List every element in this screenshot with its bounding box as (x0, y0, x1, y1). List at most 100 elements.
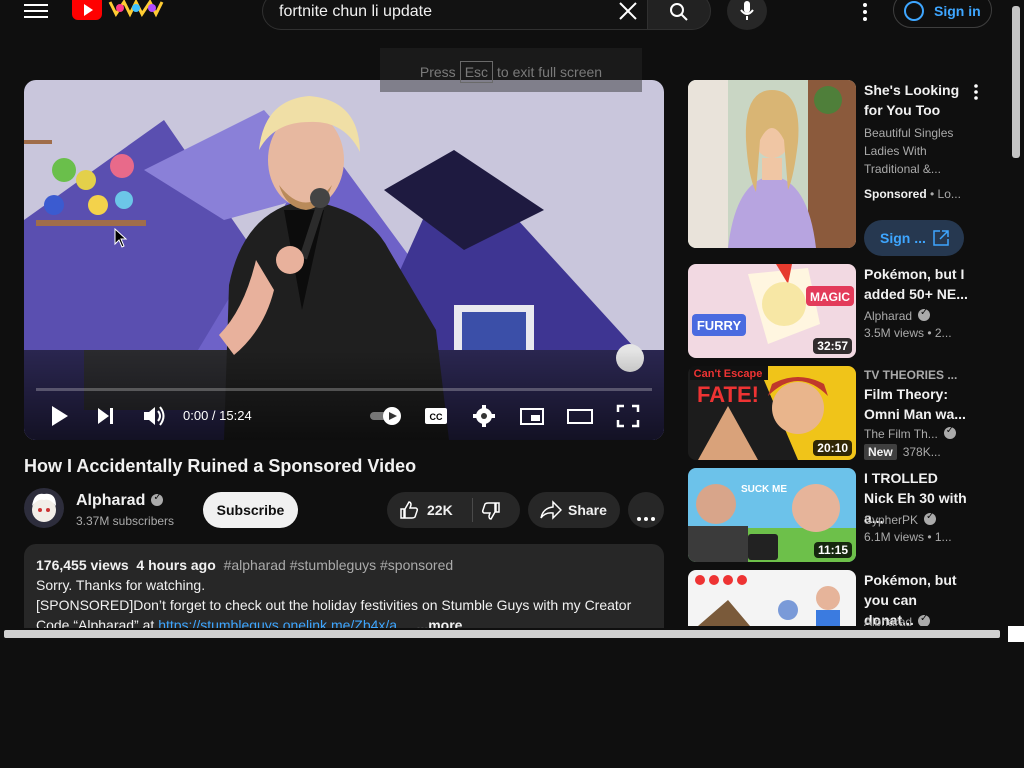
duration-badge: 32:57 (813, 338, 852, 354)
description-line: [SPONSORED]Don’t forget to check out the… (36, 597, 632, 613)
hashtags[interactable]: #alpharad #stumbleguys #sponsored (224, 557, 454, 573)
verified-icon (943, 425, 956, 439)
youtube-logo[interactable] (72, 0, 102, 20)
sponsor-link[interactable]: https://stumbleguys.onelink.me/Zb4x/a (158, 617, 397, 628)
rec-channel[interactable]: The Film Th... (864, 425, 956, 441)
thumb-text: SUCK ME (741, 484, 787, 495)
ad-cta-label: Sign ... (880, 230, 926, 246)
video-thumbnail[interactable]: FURRY MAGIC 32:57 (688, 264, 856, 358)
close-icon[interactable] (618, 1, 638, 21)
video-thumbnail[interactable]: SUCK ME 11:15 (688, 468, 856, 562)
sponsored-text: Sponsored (864, 187, 927, 201)
ad-title[interactable]: She's Looking for You Too (864, 80, 968, 120)
vertical-scrollbar[interactable] (1012, 6, 1020, 158)
more-vert-icon[interactable] (857, 2, 873, 22)
duration-badge: 11:15 (813, 542, 852, 558)
rec-title-text[interactable]: Film Theory: Omni Man wa... (864, 386, 966, 422)
ad-more-vert-icon[interactable] (972, 84, 980, 100)
scrollbar-corner (1008, 626, 1024, 642)
description-line: Sorry. Thanks for watching. (36, 577, 206, 593)
verified-icon (918, 613, 931, 626)
share-label: Share (568, 502, 607, 518)
thumbs-down-icon[interactable] (481, 501, 501, 526)
search-icon (669, 2, 689, 27)
signin-button[interactable]: Sign in (893, 0, 992, 28)
ad-cta-button[interactable]: Sign ... (864, 220, 964, 256)
youtube-doodle[interactable] (106, 0, 164, 20)
thumb-text: Can't Escape (694, 368, 763, 380)
list-item[interactable]: SUCK ME 11:15 I TROLLED Nick Eh 30 with … (688, 468, 978, 564)
volume-icon[interactable] (142, 402, 166, 430)
channel-name[interactable]: Alpharad (76, 492, 164, 510)
rec-channel[interactable]: SypherPK (864, 511, 937, 527)
more-actions-button[interactable] (628, 492, 664, 528)
duration-badge: 20:10 (813, 440, 852, 456)
description-line: Code “Alpharad” at https://stumbleguys.o… (36, 617, 462, 628)
list-item[interactable]: FURRY MAGIC 32:57 Pokémon, but I added 5… (688, 264, 978, 360)
skip-next-icon[interactable] (96, 402, 116, 430)
thumbs-up-icon[interactable] (399, 500, 419, 525)
avatar[interactable] (24, 488, 64, 528)
list-item[interactable]: Pokémon, but you can donat... Alpharad (688, 570, 978, 626)
new-badge: New (864, 444, 897, 460)
thumb-text: MAGIC (810, 290, 850, 304)
miniplayer-icon[interactable] (520, 402, 544, 430)
menu-icon[interactable] (22, 0, 50, 24)
progress-bar[interactable] (36, 388, 652, 391)
description-stats: 176,455 views 4 hours ago #alpharad #stu… (36, 557, 453, 573)
mic-icon (739, 1, 755, 26)
rec-views: 378K... (902, 445, 941, 459)
ad-sponsored-label: Sponsored • Lo... (864, 187, 961, 201)
rec-title[interactable]: Pokémon, but I added 50+ NE... (864, 264, 968, 304)
rec-channel[interactable]: Alpharad (864, 307, 931, 323)
share-button[interactable]: Share (528, 492, 620, 528)
fullscreen-icon[interactable] (616, 402, 640, 430)
channel-name-text[interactable]: Alpharad (76, 492, 145, 509)
ad-thumbnail[interactable] (688, 80, 856, 248)
share-icon (540, 500, 563, 525)
autoplay-toggle-icon[interactable] (368, 402, 404, 430)
play-icon[interactable] (50, 402, 70, 430)
description-text: Code “Alpharad” at (36, 617, 159, 628)
toast-text-before: Press (419, 64, 456, 80)
signin-label: Sign in (934, 3, 981, 19)
sidebar-ad[interactable]: She's Looking for You Too Beautiful Sing… (688, 80, 980, 256)
svg-text:CC: CC (430, 412, 443, 422)
thumb-text: FATE! (697, 382, 759, 407)
search-input[interactable]: fortnite chun li update (262, 0, 648, 30)
upload-age: 4 hours ago (136, 557, 216, 573)
theater-icon[interactable] (566, 402, 594, 430)
list-item[interactable]: Can't Escape FATE! 20:10 TV THEORIES ...… (688, 366, 978, 462)
rec-series: TV THEORIES ... (864, 368, 958, 382)
like-divider (472, 498, 473, 522)
search-button[interactable] (647, 0, 711, 30)
like-count[interactable]: 22K (427, 502, 453, 518)
rec-title[interactable]: TV THEORIES ... Film Theory: Omni Man wa… (864, 366, 968, 424)
horizontal-scrollbar[interactable] (4, 630, 1000, 638)
rec-channel-name[interactable]: Alpharad (864, 615, 912, 626)
rec-channel-name[interactable]: Alpharad (864, 309, 912, 323)
rec-channel-name[interactable]: The Film Th... (864, 427, 938, 441)
external-link-icon (932, 229, 950, 252)
voice-search-button[interactable] (727, 0, 767, 30)
more-horiz-icon (637, 508, 655, 526)
fullscreen-exit-toast: Press Esc to exit full screen (380, 48, 642, 92)
description-box[interactable]: 176,455 views 4 hours ago #alpharad #stu… (24, 544, 664, 628)
rec-meta: New 378K... (864, 444, 941, 460)
view-count: 176,455 views (36, 557, 129, 573)
video-title: How I Accidentally Ruined a Sponsored Vi… (24, 456, 417, 476)
video-thumbnail[interactable]: Can't Escape FATE! 20:10 (688, 366, 856, 460)
esc-key: Esc (459, 61, 494, 83)
rec-channel-name[interactable]: SypherPK (864, 513, 918, 527)
rec-channel[interactable]: Alpharad (864, 613, 931, 626)
video-player[interactable]: 0:00 / 15:24 CC (24, 80, 664, 440)
gear-icon[interactable] (472, 402, 496, 430)
cc-icon[interactable]: CC (424, 402, 448, 430)
verified-icon (151, 492, 164, 506)
show-more-link[interactable]: ...more (417, 617, 463, 628)
video-thumbnail[interactable] (688, 570, 856, 626)
like-dislike-group: 22K (387, 492, 520, 528)
subscribe-button[interactable]: Subscribe (203, 492, 298, 528)
time-display: 0:00 / 15:24 (183, 408, 252, 423)
search-query[interactable]: fortnite chun li update (279, 3, 432, 21)
